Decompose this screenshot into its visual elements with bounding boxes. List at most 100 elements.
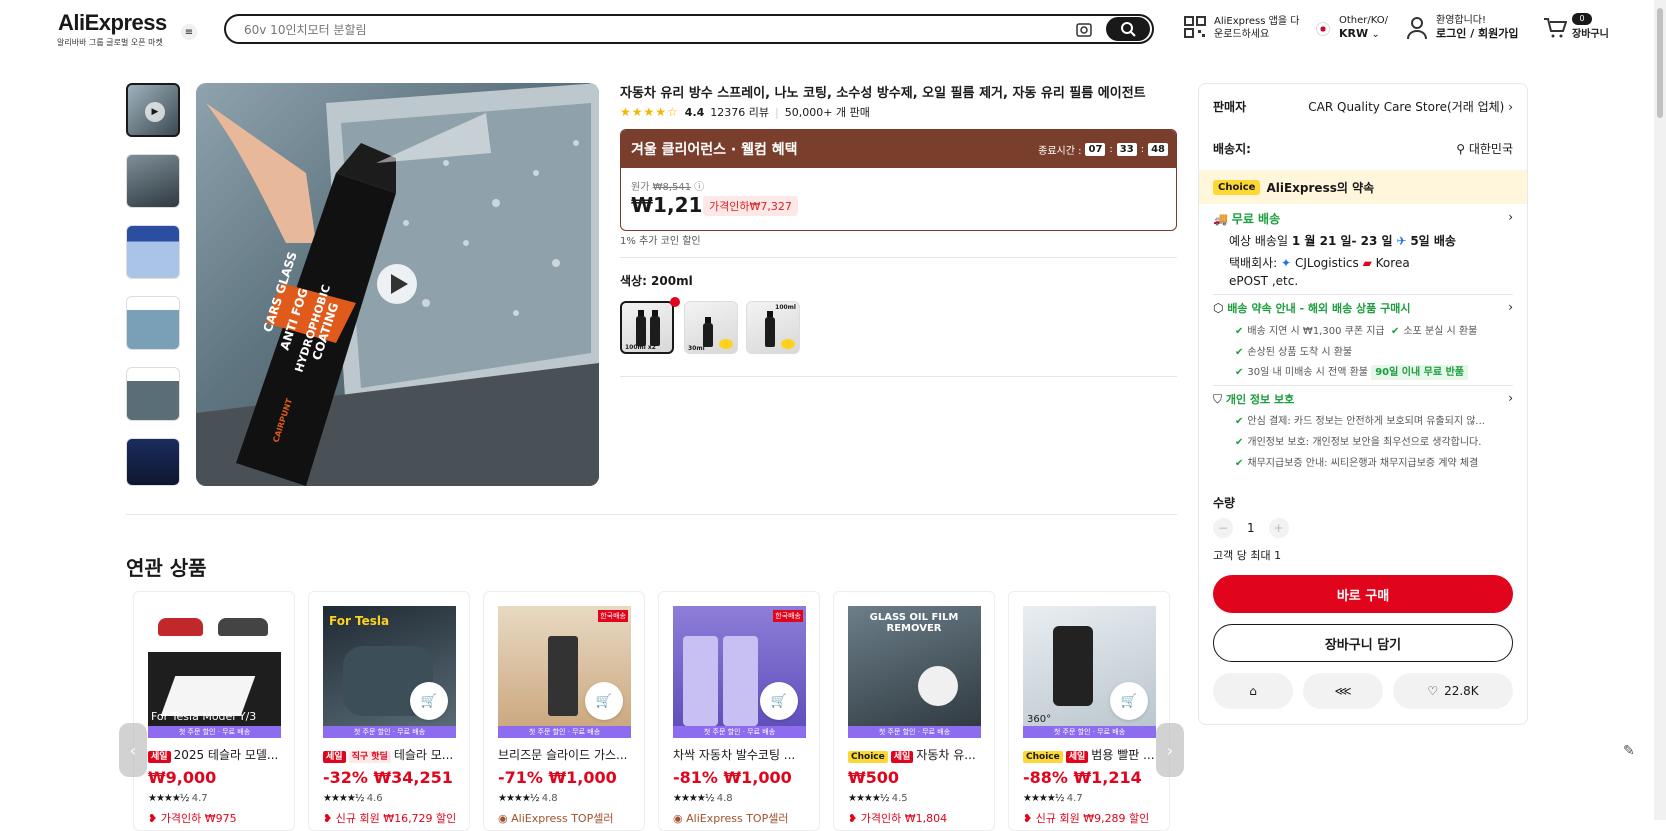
user-icon[interactable] bbox=[1406, 16, 1428, 44]
privacy-row[interactable]: ⛉ 개인 정보 보호 › bbox=[1213, 391, 1513, 407]
carousel-next-button[interactable]: › bbox=[1156, 723, 1184, 777]
add-to-cart-icon[interactable]: 🛒 bbox=[585, 682, 623, 720]
jar-icon bbox=[918, 666, 958, 706]
seller-row[interactable]: 판매자 CAR Quality Care Store(거래 업체) › bbox=[1213, 98, 1513, 115]
product-image: For Tesla Model Y/3 첫 주문 할인 · 무료 배송 bbox=[148, 606, 281, 738]
eta-fast: 5일 배송 bbox=[1410, 234, 1456, 248]
shield-icon: ⬡ bbox=[1213, 301, 1224, 315]
orig-price-value: ₩8,541 bbox=[652, 182, 692, 193]
thumbnail-6[interactable] bbox=[126, 438, 180, 486]
flame-icon: ❥ bbox=[848, 812, 858, 825]
delivery-guarantee-row[interactable]: ⬡ 배송 약속 안내 - 해외 배송 상품 구매시 › bbox=[1213, 300, 1513, 316]
product-rating: ★★★★½ 4.6 bbox=[323, 793, 383, 804]
korea-flag-icon bbox=[1316, 22, 1330, 36]
product-image: GLASS OIL FILM REMOVER 첫 주문 할인 · 무료 배송 bbox=[848, 606, 981, 738]
privacy-item: ✔ 채무지급보증 안내: 씨티은행과 채무지급보증 계약 체결 bbox=[1235, 454, 1513, 469]
star-icon: ★★★★½ bbox=[848, 793, 890, 804]
product-rating: ★★★★½ 4.7 bbox=[148, 793, 208, 804]
plus-button[interactable]: + bbox=[1268, 518, 1289, 538]
sale-tag: 세일 bbox=[148, 751, 171, 763]
related-product-card[interactable]: For Tesla 🛒 첫 주문 할인 · 무료 배송 세일 직구 핫딜 테슬라 모… bbox=[308, 591, 470, 831]
store-icon: ⌂ bbox=[1249, 684, 1257, 698]
search-button[interactable] bbox=[1106, 17, 1150, 41]
image-caption: For Tesla bbox=[329, 614, 390, 628]
top-seller-icon: ◉ bbox=[673, 812, 683, 825]
add-to-cart-icon[interactable]: 🛒 bbox=[1110, 682, 1148, 720]
image-caption: 한국배송 bbox=[598, 610, 628, 622]
product-name: 브리즈문 슬라이드 가스... bbox=[498, 748, 628, 762]
thumbnail-5[interactable] bbox=[126, 367, 180, 421]
purchase-limit: 고객 당 최대 1 bbox=[1213, 549, 1282, 562]
cart-label[interactable]: 장바구니 bbox=[1572, 28, 1609, 41]
cart-icon[interactable] bbox=[1543, 17, 1568, 43]
info-icon[interactable]: ⓘ bbox=[694, 182, 704, 193]
chevron-left-icon: ‹ bbox=[129, 740, 137, 760]
edit-icon[interactable]: ✎ bbox=[1623, 743, 1635, 759]
search-input[interactable] bbox=[244, 20, 1044, 40]
thumbnail-2[interactable] bbox=[126, 154, 180, 208]
add-to-cart-icon[interactable]: 🛒 bbox=[410, 682, 448, 720]
carousel-prev-button[interactable]: ‹ bbox=[119, 723, 147, 777]
share-button[interactable]: ⋘ bbox=[1303, 673, 1383, 709]
qr-icon[interactable] bbox=[1184, 16, 1206, 42]
bottle-icon bbox=[723, 636, 758, 726]
add-to-cart-button[interactable]: 장바구니 담기 bbox=[1213, 624, 1513, 662]
related-product-card[interactable]: GLASS OIL FILM REMOVER 첫 주문 할인 · 무료 배송 C… bbox=[833, 591, 995, 831]
related-product-card[interactable]: For Tesla Model Y/3 첫 주문 할인 · 무료 배송 세일 20… bbox=[133, 591, 295, 831]
carrier-3: ePOST ,etc. bbox=[1229, 274, 1299, 288]
flame-icon: ❥ bbox=[148, 812, 158, 825]
product-name-text: 자동차 유... bbox=[916, 748, 976, 762]
sku-label: 30ml bbox=[688, 345, 705, 352]
product-rating: ★★★★½ 4.5 bbox=[848, 793, 908, 804]
sku-option-3[interactable]: 100ml bbox=[746, 301, 800, 354]
scrollbar[interactable] bbox=[1654, 0, 1666, 820]
rating-value: 4.5 bbox=[891, 793, 908, 804]
divider bbox=[1213, 294, 1513, 295]
thumbnail-3[interactable] bbox=[126, 225, 180, 279]
account-link[interactable]: 환영합니다! 로그인 / 회원가입 bbox=[1436, 14, 1519, 41]
plane-icon: ✈ bbox=[1396, 234, 1407, 248]
minus-button[interactable]: − bbox=[1213, 518, 1233, 538]
related-product-card[interactable]: 한국배송 🛒 첫 주문 할인 · 무료 배송 브리즈문 슬라이드 가스... -… bbox=[483, 591, 645, 831]
ship-to-row[interactable]: 배송지: ⚲ 대한민국 bbox=[1213, 140, 1513, 157]
currency: KRW bbox=[1339, 27, 1369, 40]
product-main-image[interactable]: CARS GLASS ANTI FOG HYDROPHOBIC COATING … bbox=[196, 83, 599, 486]
related-product-card[interactable]: 360° 🛒 첫 주문 할인 · 무료 배송 Choice 세일 범용 빨판 ...… bbox=[1008, 591, 1170, 831]
wishlist-button[interactable]: ♡ 22.8K bbox=[1393, 673, 1513, 709]
product-extra: ❥ 가격인하 ₩1,804 bbox=[848, 810, 947, 826]
choice-tag: Choice bbox=[848, 751, 888, 763]
free-shipping-row[interactable]: 🚚 무료 배송 › bbox=[1213, 210, 1513, 227]
privacy-item: ✔ 안심 결제: 카드 정보는 안전하게 보호되며 유출되지 않... bbox=[1235, 412, 1513, 427]
scrollbar-thumb[interactable] bbox=[1657, 8, 1663, 118]
thumbnail-4[interactable] bbox=[126, 296, 180, 350]
thumbnail-1[interactable]: ▶ bbox=[126, 83, 180, 137]
product-image: 360° 🛒 첫 주문 할인 · 무료 배송 bbox=[1023, 606, 1156, 738]
extra-text: AliExpress TOP셀러 bbox=[511, 812, 614, 825]
hotdeal-tag: 직구 핫딜 bbox=[348, 751, 391, 763]
review-count[interactable]: 12376 리뷰 bbox=[710, 104, 769, 120]
sku-option-2[interactable]: 30ml bbox=[684, 301, 738, 354]
sold-count: 50,000+ 개 판매 bbox=[784, 106, 870, 119]
privacy-text: 개인정보 보호: 개인정보 보안을 최우선으로 생각합니다. bbox=[1247, 437, 1482, 448]
image-search-icon[interactable] bbox=[1074, 20, 1094, 40]
product-name: Choice 세일 범용 빨판 ... bbox=[1023, 746, 1163, 763]
add-to-cart-icon[interactable]: 🛒 bbox=[760, 682, 798, 720]
image-caption: GLASS OIL FILM REMOVER bbox=[869, 612, 959, 634]
region-selector[interactable]: Other/KO/ KRW ⌄ bbox=[1339, 14, 1388, 41]
store-button[interactable]: ⌂ bbox=[1213, 673, 1293, 709]
image-caption: 한국배송 bbox=[773, 610, 803, 622]
related-product-card[interactable]: 한국배송 🛒 첫 주문 할인 · 무료 배송 차싹 자동차 발수코팅 ... -… bbox=[658, 591, 820, 831]
logo[interactable]: AliExpress bbox=[58, 10, 167, 36]
privacy-text: 안심 결제: 카드 정보는 안전하게 보호되며 유출되지 않... bbox=[1247, 416, 1485, 427]
sku-option-1[interactable]: 100ml x2 bbox=[620, 301, 674, 354]
location-pin-icon: ⚲ bbox=[1456, 142, 1465, 156]
guarantee-text: 30일 내 미배송 시 전액 환불 bbox=[1247, 367, 1369, 378]
product-price: ₩500 bbox=[848, 768, 900, 787]
promo-band: 첫 주문 할인 · 무료 배송 bbox=[1023, 726, 1156, 738]
menu-icon[interactable]: ≡ bbox=[181, 24, 197, 40]
app-download-link[interactable]: AliExpress 앱을 다 운로드하세요 bbox=[1214, 15, 1299, 41]
product-price: -32% ₩34,251 bbox=[323, 768, 453, 787]
buy-now-button[interactable]: 바로 구매 bbox=[1213, 575, 1513, 613]
quantity-value[interactable]: 1 bbox=[1247, 521, 1255, 535]
product-rating: ★★★★½ 4.7 bbox=[1023, 793, 1083, 804]
